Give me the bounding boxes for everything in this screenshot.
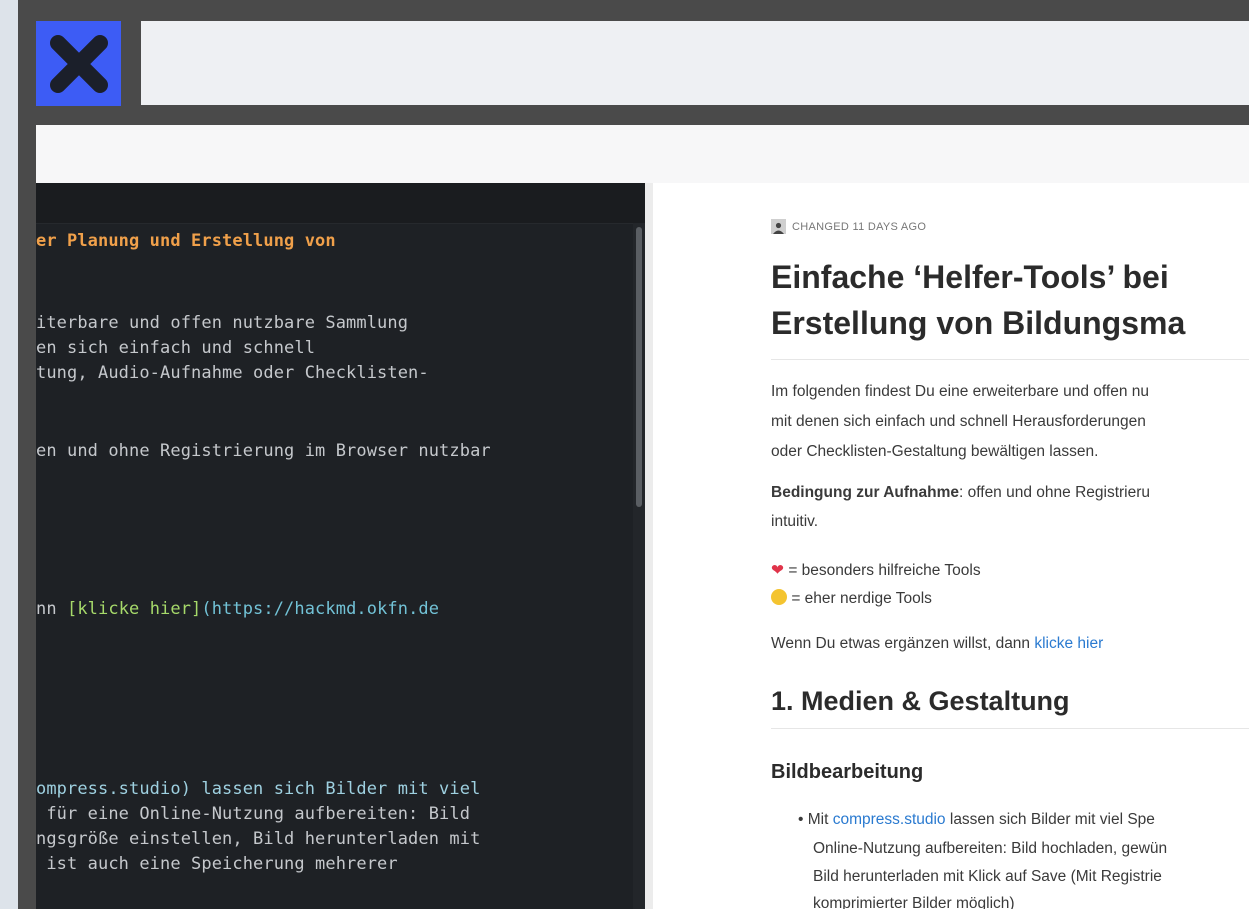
- page-title-line2: Erstellung von Bildungsma: [771, 305, 1186, 341]
- subsection-heading: Bildbearbeitung: [771, 761, 924, 783]
- contribute-text: Wenn Du etwas ergänzen willst, dann klic…: [771, 635, 1103, 653]
- editor-header: [36, 183, 645, 224]
- left-edge-panel: [0, 0, 18, 909]
- code-line: für eine Online-Nutzung aufbereiten: Bil…: [36, 804, 471, 824]
- markdown-preview: CHANGED 11 DAYS AGO Einfache ‘Helfer-Too…: [645, 183, 1249, 909]
- condition-label: Bedingung zur Aufnahme: [771, 484, 959, 501]
- legend-nerd-label: = eher nerdige Tools: [791, 590, 932, 607]
- markdown-link-text: [klicke hier]: [67, 599, 202, 619]
- nerd-face-icon: [771, 589, 787, 605]
- condition-rest: : offen und ohne Registrieru: [959, 484, 1151, 501]
- code-line: en und ohne Registrierung im Browser nut…: [36, 441, 491, 461]
- compress-studio-link[interactable]: compress.studio: [833, 811, 946, 828]
- code-line: ngsgröße einstellen, Bild herunterladen …: [36, 829, 481, 849]
- code-line: iterbare und offen nutzbare Sammlung: [36, 313, 409, 333]
- list-item: • Mit compress.studio lassen sich Bilder…: [798, 811, 1155, 828]
- list-item-cont: Bild herunterladen mit Klick auf Save (M…: [813, 868, 1162, 885]
- editor-toolbar: [36, 125, 1249, 183]
- bullet-text: lassen sich Bilder mit viel Spe: [945, 811, 1155, 828]
- legend-nerd: = eher nerdige Tools: [771, 589, 932, 608]
- changed-meta: CHANGED 11 DAYS AGO: [771, 219, 926, 234]
- intro-text: oder Checklisten-Gestaltung bewältigen l…: [771, 443, 1099, 460]
- section-heading: 1. Medien & Gestaltung: [771, 686, 1070, 716]
- heart-icon: ❤: [771, 562, 784, 579]
- editor-scroll-thumb[interactable]: [636, 227, 642, 507]
- code-text: nn: [36, 599, 68, 619]
- list-item-cont: komprimierter Bilder möglich): [813, 895, 1015, 909]
- condition-text: Bedingung zur Aufnahme: offen und ohne R…: [771, 484, 1150, 502]
- legend-heart-label: = besonders hilfreiche Tools: [788, 562, 981, 579]
- x-icon: [49, 34, 108, 93]
- legend-heart: ❤ = besonders hilfreiche Tools: [771, 561, 981, 580]
- list-item-cont: Online-Nutzung aufbereiten: Bild hochlad…: [813, 840, 1168, 857]
- markdown-editor[interactable]: er Planung und Erstellung von iterbare u…: [36, 183, 645, 909]
- changed-label: CHANGED 11 DAYS AGO: [792, 220, 927, 233]
- contribute-link[interactable]: klicke hier: [1034, 635, 1103, 652]
- title-divider: [771, 359, 1249, 360]
- app-logo[interactable]: [36, 21, 121, 106]
- code-line: tung, Audio-Aufnahme oder Checklisten-: [36, 363, 429, 383]
- code-line: ompress.studio) lassen sich Bilder mit v…: [36, 779, 481, 799]
- intro-text: Im folgenden findest Du eine erweiterbar…: [771, 383, 1149, 400]
- contribute-label: Wenn Du etwas ergänzen willst, dann: [771, 635, 1035, 652]
- avatar: [771, 219, 786, 234]
- bullet-text: Mit: [807, 811, 833, 828]
- section-divider: [771, 728, 1249, 729]
- code-line: en sich einfach und schnell: [36, 338, 316, 358]
- top-bar: [141, 21, 1249, 105]
- condition-text-2: intuitiv.: [771, 513, 819, 530]
- page-title-line1: Einfache ‘Helfer-Tools’ bei: [771, 259, 1169, 295]
- intro-text: mit denen sich einfach und schnell Herau…: [771, 413, 1146, 430]
- markdown-link-url: (https://hackmd.okfn.de: [201, 599, 440, 619]
- code-line: ist auch eine Speicherung mehrerer: [36, 854, 398, 874]
- user-icon: [773, 222, 784, 234]
- code-line: er Planung und Erstellung von: [36, 231, 336, 251]
- code-line: nn [klicke hier](https://hackmd.okfn.de: [36, 599, 439, 619]
